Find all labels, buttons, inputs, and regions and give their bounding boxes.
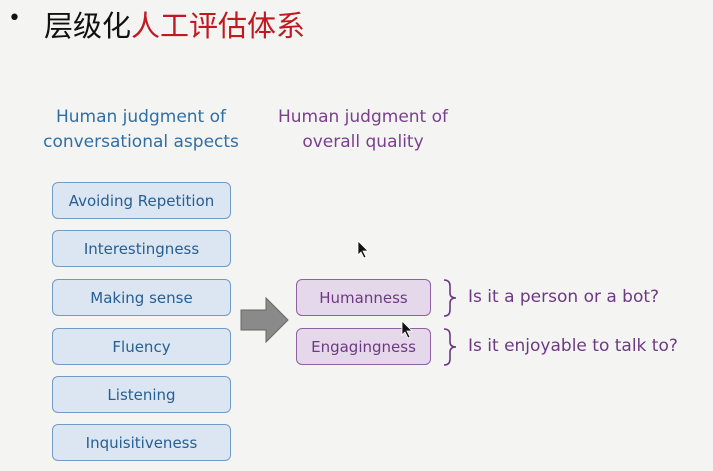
page-title: 层级化人工评估体系	[44, 7, 305, 45]
aspect-box-listening: Listening	[52, 376, 231, 413]
aspect-box-making-sense: Making sense	[52, 279, 231, 316]
right-arrow-icon	[240, 296, 289, 344]
right-heading-line2: overall quality	[302, 132, 424, 152]
quality-box-humanness: Humanness	[296, 279, 431, 316]
brace-icon	[443, 328, 457, 366]
left-heading-line1: Human judgment of	[55, 107, 227, 127]
aspect-box-inquisitiveness: Inquisitiveness	[52, 424, 231, 461]
mouse-cursor-icon	[357, 240, 369, 259]
title-highlight: 人工评估体系	[131, 9, 306, 43]
left-heading-line2: conversational aspects	[43, 132, 239, 152]
bullet-point: •	[8, 6, 21, 31]
aspect-box-avoiding-repetition: Avoiding Repetition	[52, 182, 231, 219]
engagingness-question: Is it enjoyable to talk to?	[468, 336, 678, 356]
conversational-aspects-heading: Human judgment of conversational aspects	[36, 105, 246, 155]
humanness-question: Is it a person or a bot?	[468, 287, 660, 307]
aspect-box-fluency: Fluency	[52, 328, 231, 365]
aspect-box-interestingness: Interestingness	[52, 230, 231, 267]
title-prefix: 层级化	[44, 9, 132, 43]
mouse-cursor-icon	[401, 320, 413, 339]
overall-quality-heading: Human judgment of overall quality	[258, 105, 468, 155]
brace-icon	[443, 279, 457, 317]
right-heading-line1: Human judgment of	[277, 107, 449, 127]
